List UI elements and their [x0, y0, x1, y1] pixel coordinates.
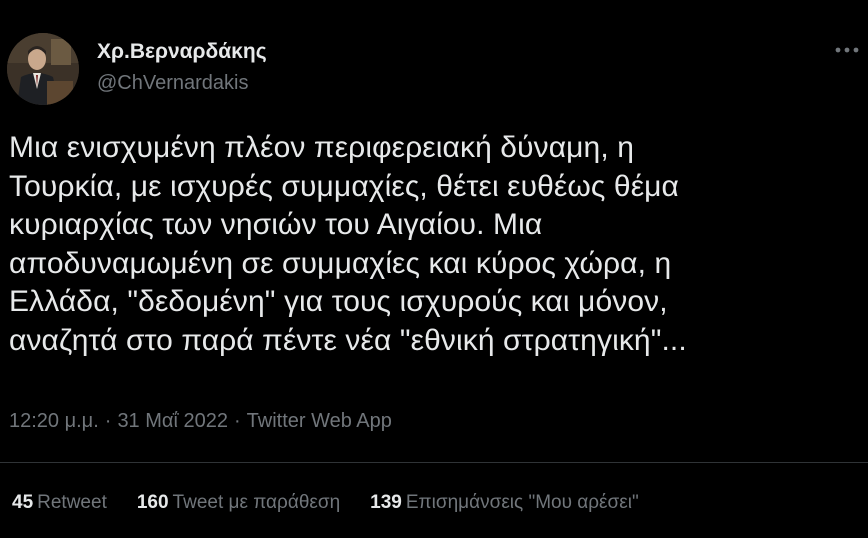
author-handle[interactable]: @ChVernardakis	[97, 72, 248, 95]
tweet-metadata: 12:20 μ.μ. · 31 Μαΐ 2022 · Twitter Web App	[9, 410, 392, 433]
retweets-label: Retweet	[37, 492, 107, 513]
likes-label: Επισημάνσεις "Μου αρέσει"	[405, 492, 639, 513]
quote-tweets-label: Tweet με παράθεση	[172, 492, 341, 513]
likes-stat[interactable]: 139 Επισημάνσεις "Μου αρέσει"	[370, 492, 639, 514]
likes-count: 139	[370, 492, 402, 513]
tweet-text: Μια ενισχυμένη πλέον περιφερειακή δύναμη…	[9, 131, 687, 357]
avatar-photo	[7, 33, 79, 105]
separator: ·	[104, 410, 112, 432]
more-horizontal-icon[interactable]	[832, 38, 862, 62]
engagement-stats: 45 Retweet 160 Tweet με παράθεση 139 Επισημ…	[12, 492, 669, 514]
divider	[0, 462, 868, 463]
tweet-time[interactable]: 12:20 μ.μ.	[9, 410, 99, 432]
tweet-source-link[interactable]: Twitter Web App	[247, 410, 392, 432]
separator: ·	[233, 410, 241, 432]
avatar[interactable]	[7, 33, 79, 105]
retweets-stat[interactable]: 45 Retweet	[12, 492, 107, 514]
retweets-count: 45	[12, 492, 34, 513]
quote-tweets-stat[interactable]: 160 Tweet με παράθεση	[137, 492, 340, 514]
tweet-date[interactable]: 31 Μαΐ 2022	[117, 410, 228, 432]
author-display-name[interactable]: Χρ.Βερναρδάκης	[97, 40, 267, 64]
quote-tweets-count: 160	[136, 492, 169, 513]
